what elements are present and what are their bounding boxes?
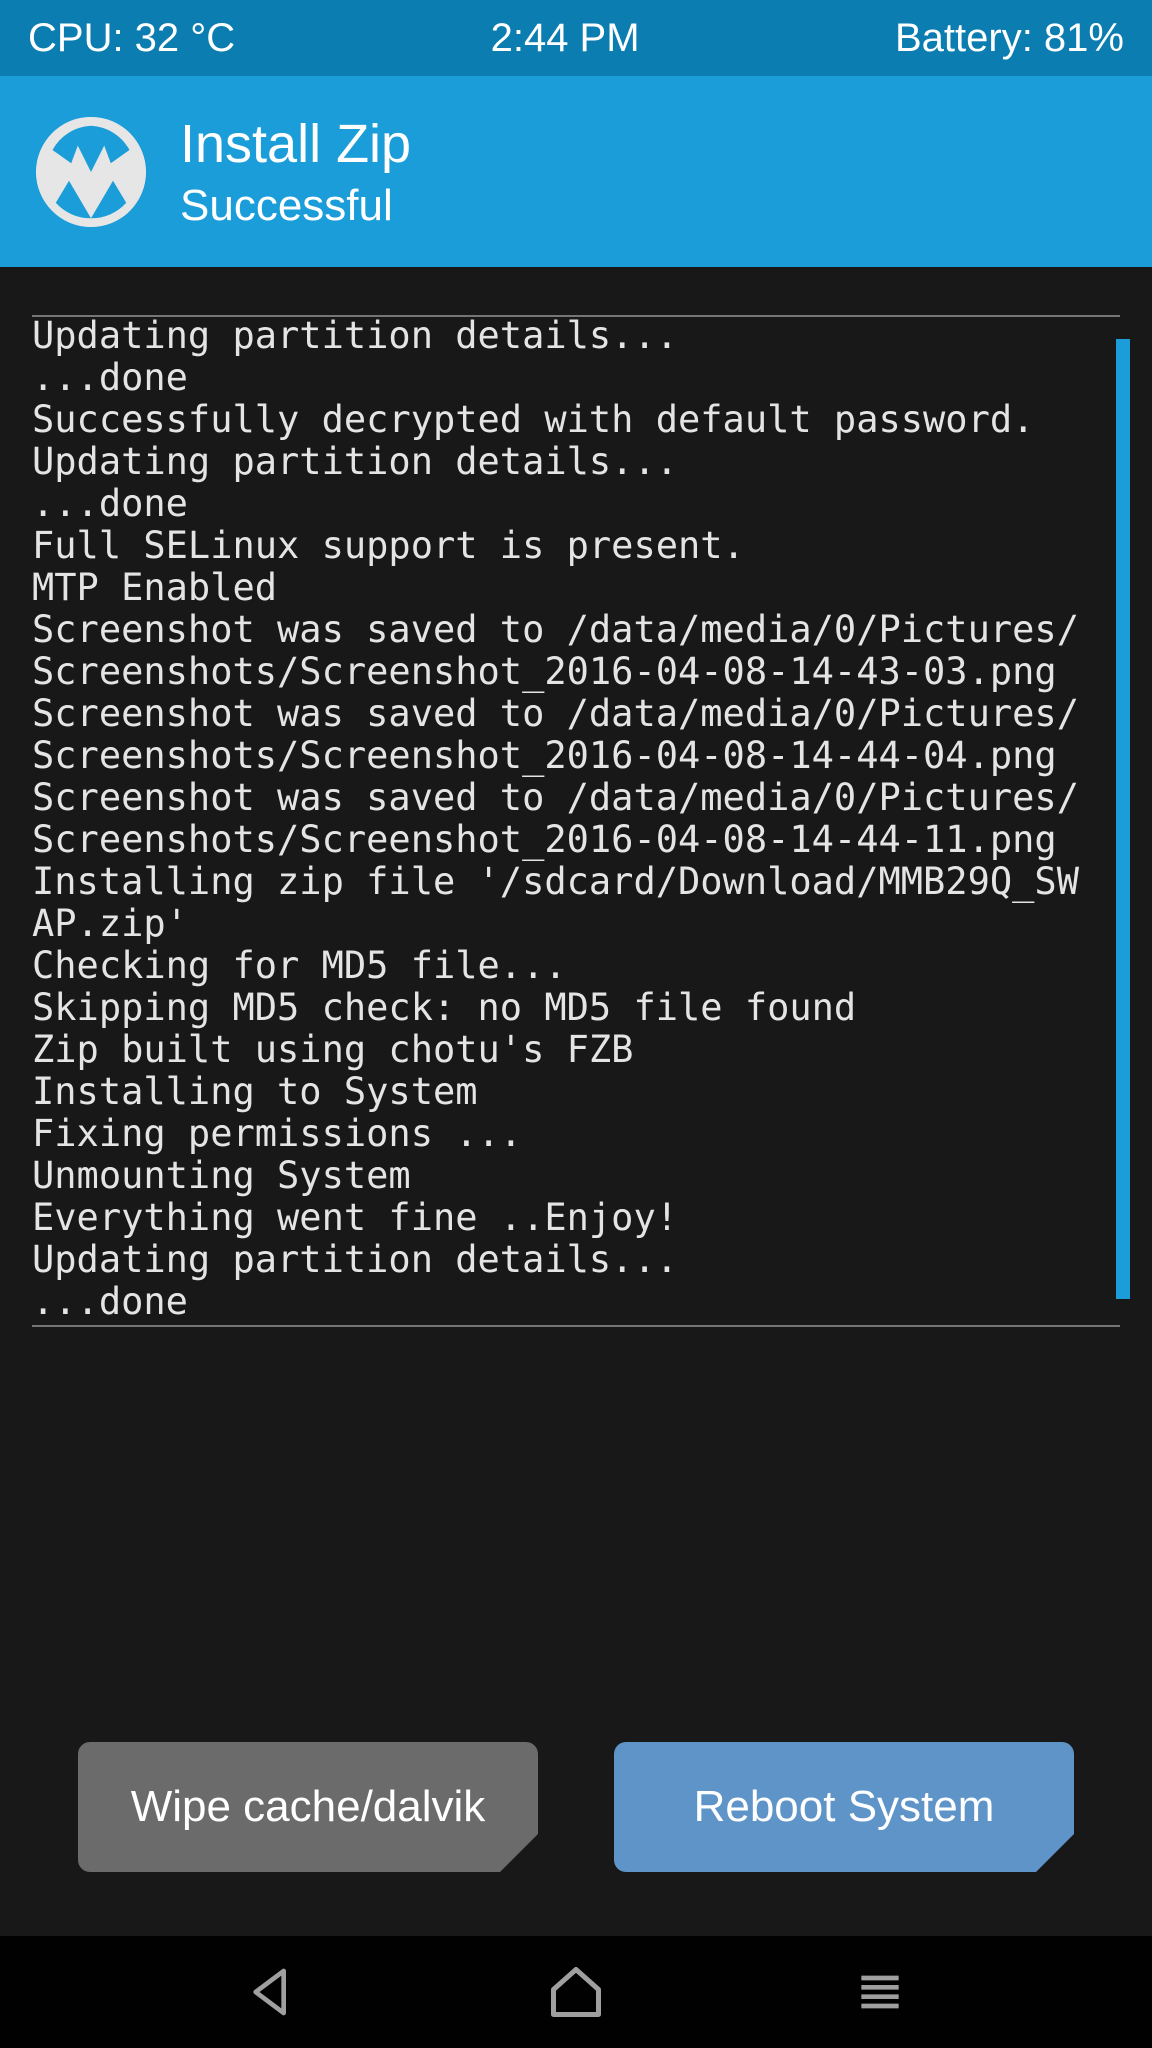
status-time: 2:44 PM	[491, 16, 640, 61]
reboot-system-button[interactable]: Reboot System	[614, 1742, 1074, 1872]
wipe-cache-label: Wipe cache/dalvik	[131, 1782, 486, 1832]
header: Install Zip Successful	[0, 76, 1152, 267]
reboot-system-label: Reboot System	[694, 1782, 995, 1832]
nav-home-button[interactable]	[536, 1952, 616, 2032]
terminal-bottom-border	[32, 1325, 1120, 1327]
twrp-logo-icon	[36, 117, 146, 227]
nav-bar	[0, 1936, 1152, 2048]
nav-menu-button[interactable]	[840, 1952, 920, 2032]
nav-back-button[interactable]	[232, 1952, 312, 2032]
content-area: Data successfully decrypted, new block d…	[0, 267, 1152, 1936]
page-subtitle: Successful	[180, 181, 411, 231]
status-battery: Battery: 81%	[895, 16, 1124, 61]
menu-lines-icon	[852, 1964, 908, 2020]
home-icon	[546, 1962, 606, 2022]
terminal-text: Data successfully decrypted, new block d…	[32, 315, 1096, 1323]
page-title: Install Zip	[180, 112, 411, 177]
terminal-output[interactable]: Data successfully decrypted, new block d…	[32, 315, 1152, 1327]
back-triangle-icon	[244, 1964, 300, 2020]
bottom-buttons: Wipe cache/dalvik Reboot System	[0, 1742, 1152, 1872]
wipe-cache-button[interactable]: Wipe cache/dalvik	[78, 1742, 538, 1872]
scrollbar-thumb[interactable]	[1116, 339, 1130, 1299]
terminal-container: Data successfully decrypted, new block d…	[32, 315, 1152, 1327]
status-cpu: CPU: 32 °C	[28, 16, 235, 61]
status-bar: CPU: 32 °C 2:44 PM Battery: 81%	[0, 0, 1152, 76]
